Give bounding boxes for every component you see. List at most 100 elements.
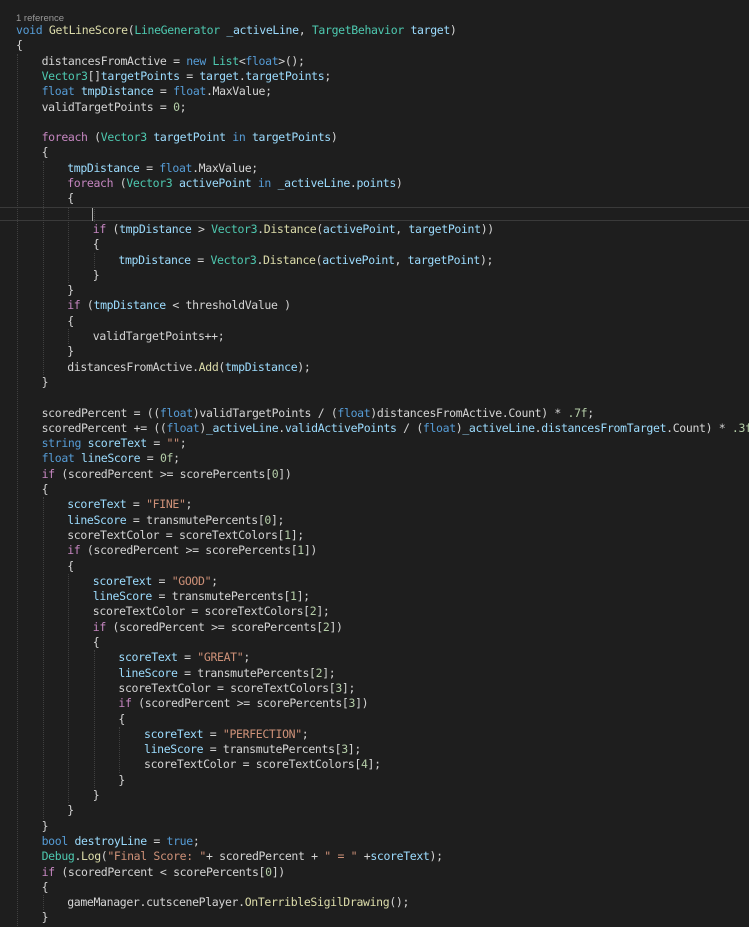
code-token: bool [41,833,69,848]
code-token: if [67,543,81,558]
code-token: "PERFECTION" [222,726,302,741]
code-token: (scoredPercent >= scorePercents[ [54,466,272,481]
code-line[interactable]: scoreText = "GOOD"; [93,574,218,589]
code-token: ]; [316,604,330,619]
code-line[interactable]: foreach (Vector3 targetPoint in targetPo… [42,130,338,145]
code-token: / ( [396,420,423,435]
code-line[interactable]: { [16,38,23,53]
code-line[interactable]: { [42,482,49,497]
code-line[interactable]: scoreTextColor = scoreTextColors[3]; [118,681,355,696]
code-line[interactable]: if (scoredPercent >= scorePercents[3]) [118,696,368,711]
code-line[interactable]: { [67,559,74,574]
code-line[interactable]: float lineScore = 0f; [42,451,180,466]
code-token: float [41,451,75,466]
code-token: distancesFromActive. [67,359,199,374]
code-token: = [146,833,167,848]
code-line[interactable]: scoreTextColor = scoreTextColors[2]; [93,604,330,619]
code-line[interactable]: } [67,283,74,298]
code-token: , [394,252,408,267]
code-token: = [153,84,174,99]
code-token: "Final Score: " [107,849,206,864]
code-line[interactable]: } [67,344,74,359]
code-line[interactable]: foreach (Vector3 activePoint in _activeL… [67,176,403,191]
code-line[interactable]: lineScore = transmutePercents[1]; [93,589,310,604]
code-line[interactable]: { [42,145,49,160]
code-line[interactable]: } [67,803,74,818]
code-line[interactable]: float tmpDistance = float.MaxValue; [42,84,272,99]
code-line[interactable]: { [118,712,125,727]
code-line[interactable]: scoredPercent = ((float)validTargetPoint… [42,406,595,421]
code-line[interactable]: } [93,788,100,803]
code-line[interactable]: if (scoredPercent >= scorePercents[1]) [67,543,317,558]
code-token: GetLineScore [48,23,128,37]
code-line[interactable]: } [42,819,49,834]
code-line[interactable]: string scoreText = ""; [42,436,187,451]
code-line[interactable]: if (tmpDistance > Vector3.Distance(activ… [93,222,494,237]
code-line[interactable]: tmpDistance = Vector3.Distance(activePoi… [118,253,493,268]
code-line[interactable]: { [42,880,49,895]
code-line[interactable]: lineScore = transmutePercents[3]; [144,742,361,757]
code-token: Add [198,359,219,374]
code-line[interactable]: if (scoredPercent >= scorePercents[0]) [42,467,292,482]
code-token: . [278,420,285,435]
code-line[interactable]: } [42,375,49,390]
code-token: if [41,466,56,481]
code-token: _activeLine [226,23,299,37]
code-token: = [177,650,198,665]
code-token: ]) [303,543,318,558]
code-line[interactable]: } [93,268,100,283]
code-line[interactable]: distancesFromActive.Add(tmpDistance); [67,359,311,375]
code-line[interactable]: if (scoredPercent < scorePercents[0]) [42,865,286,880]
code-token: Distance [263,221,317,236]
code-token: } [67,803,74,818]
code-line[interactable]: tmpDistance = float.MaxValue; [67,161,258,176]
code-token: ( [87,130,101,145]
code-line[interactable]: scoreText = "GREAT"; [118,650,250,665]
code-line[interactable]: distancesFromActive = new List<float>(); [42,54,305,69]
code-line[interactable]: lineScore = transmutePercents[2]; [118,666,335,681]
code-line[interactable]: scoreText = "PERFECTION"; [144,726,309,742]
code-token: ) [330,130,338,145]
code-token: scoreText [144,726,204,741]
code-token: tmpDistance [93,298,167,313]
code-line[interactable]: } [42,910,49,925]
code-token: target [199,68,239,83]
code-token: } [67,344,74,359]
code-line[interactable]: if (scoredPercent >= scorePercents[2]) [93,620,343,635]
code-line[interactable]: if (tmpDistance < thresholdValue ) [67,298,291,313]
code-line[interactable]: void GetLineScore(LineGenerator _activeL… [16,23,457,38]
code-token: tmpDistance [119,221,192,236]
code-line[interactable]: scoreTextColor = scoreTextColors[1]; [67,528,304,543]
code-line[interactable]: scoreTextColor = scoreTextColors[4]; [144,757,381,772]
code-token: lineScore [118,665,178,680]
code-token: ]) [278,466,292,481]
code-line[interactable]: Vector3[]targetPoints = target.targetPoi… [42,68,332,84]
code-line[interactable]: { [67,191,74,206]
code-token: Debug [41,849,75,864]
code-line[interactable]: { [67,314,74,329]
code-line[interactable]: gameManager.cutscenePlayer.OnTerribleSig… [67,895,409,910]
code-token: ]; [341,680,356,695]
code-line[interactable]: bool destroyLine = true; [42,834,200,849]
code-editor[interactable]: 1 reference void GetLineScore(LineGenera… [0,0,749,927]
code-token: .MaxValue; [192,160,258,175]
code-token: string [41,436,82,451]
code-token: ]; [290,527,305,542]
code-token: .3f [731,420,749,435]
code-token: tmpDistance [81,84,154,99]
code-line[interactable]: validTargetPoints = 0; [42,100,187,115]
code-line[interactable]: { [93,237,100,252]
code-line[interactable]: Debug.Log("Final Score: "+ scoredPercent… [42,849,443,864]
code-token: ( [105,221,120,236]
code-token: . [257,221,264,236]
code-line[interactable]: } [118,773,125,788]
code-token: >(); [278,53,305,68]
code-line[interactable]: scoredPercent += ((float)_activeLine.val… [42,421,749,436]
code-token: activePoint [322,221,396,236]
code-token: ]) [329,619,343,634]
code-line[interactable]: lineScore = transmutePercents[0]; [67,513,284,528]
code-line[interactable]: validTargetPoints++; [93,329,225,344]
code-line[interactable]: { [93,635,100,650]
code-line[interactable]: scoreText = "FINE"; [67,497,192,512]
